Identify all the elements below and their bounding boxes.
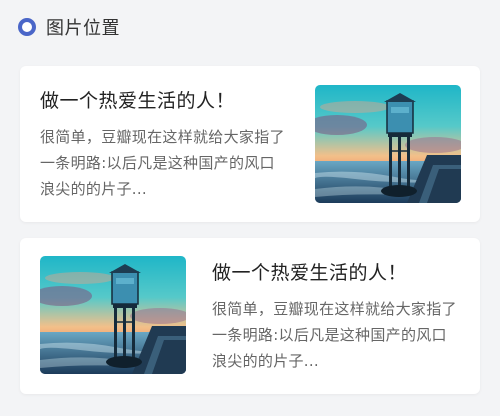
article-title[interactable]: 做一个热爱生活的人！	[40, 88, 290, 114]
article-text: 做一个热爱生活的人！ 很简单，豆瓣现在这样就给大家指了一条明路:以后凡是这种国产…	[40, 88, 290, 202]
article-text: 做一个热爱生活的人！ 很简单，豆瓣现在这样就给大家指了一条明路:以后凡是这种国产…	[212, 260, 462, 374]
circle-icon	[18, 18, 36, 36]
article-thumbnail[interactable]	[40, 256, 186, 374]
article-description: 很简单，豆瓣现在这样就给大家指了一条明路:以后凡是这种国产的风口浪尖的的片子..…	[40, 128, 285, 198]
article-card[interactable]: 做一个热爱生活的人！ 很简单，豆瓣现在这样就给大家指了一条明路:以后凡是这种国产…	[20, 238, 480, 394]
article-description: 很简单，豆瓣现在这样就给大家指了一条明路:以后凡是这种国产的风口浪尖的的片子..…	[212, 300, 457, 370]
section-header: 图片位置	[16, 12, 120, 42]
article-thumbnail[interactable]	[315, 85, 461, 203]
article-card[interactable]: 做一个热爱生活的人！ 很简单，豆瓣现在这样就给大家指了一条明路:以后凡是这种国产…	[20, 66, 480, 222]
article-title[interactable]: 做一个热爱生活的人！	[212, 260, 462, 286]
section-title: 图片位置	[46, 18, 120, 39]
